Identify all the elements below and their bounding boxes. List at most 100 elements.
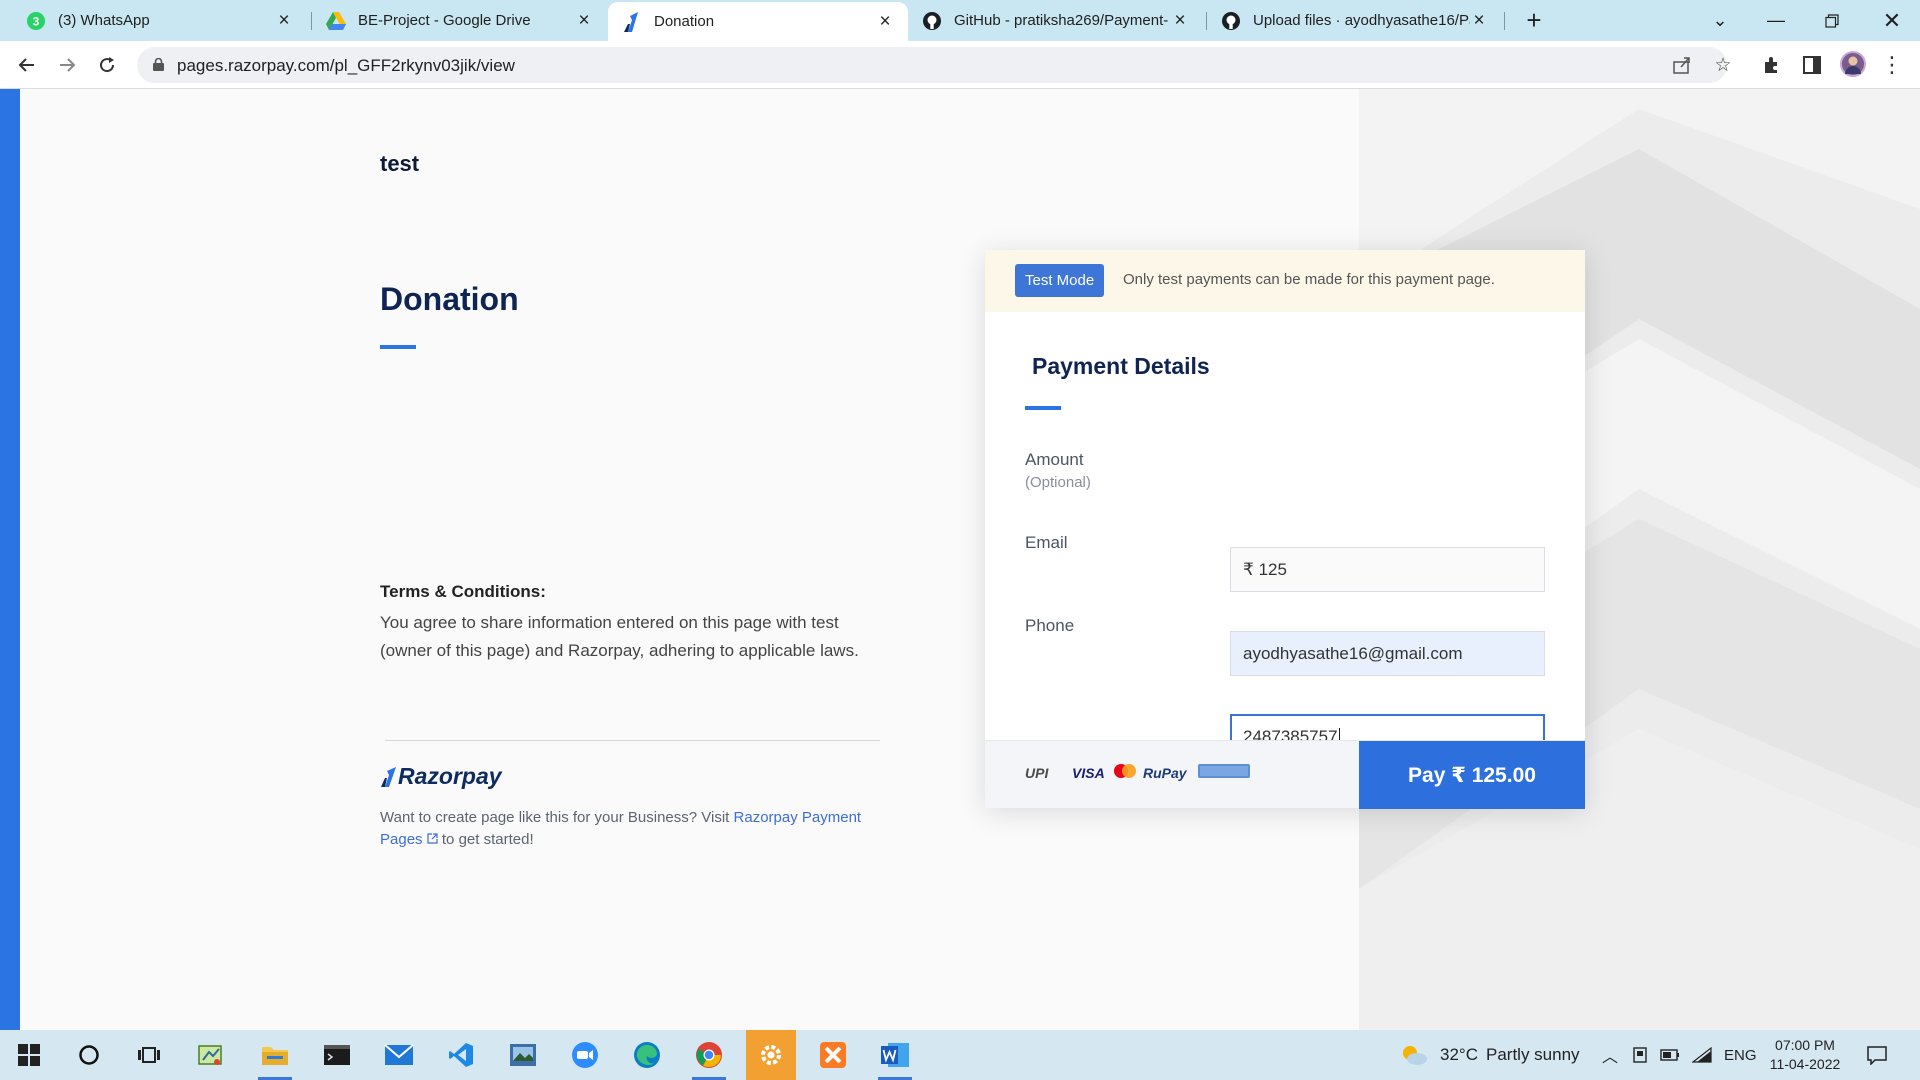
clock[interactable]: 07:00 PM 11-04-2022 [1755, 1036, 1855, 1074]
chrome-icon[interactable] [684, 1030, 734, 1080]
side-panel-icon[interactable] [1800, 53, 1824, 77]
windows-logo-icon [18, 1044, 40, 1066]
tab-donation[interactable]: Donation × [608, 2, 908, 41]
paint-app-icon[interactable] [186, 1030, 236, 1080]
tab-google-drive[interactable]: BE-Project - Google Drive × [312, 0, 607, 41]
language-indicator[interactable]: ENG [1724, 1030, 1757, 1080]
tab-whatsapp[interactable]: 3 (3) WhatsApp × [12, 0, 307, 41]
bookmark-star-icon[interactable]: ☆ [1712, 54, 1734, 76]
restore-button[interactable] [1804, 0, 1860, 41]
rupay-logo: RuPay [1143, 765, 1187, 781]
word-icon[interactable] [870, 1030, 920, 1080]
browser-menu-icon[interactable]: ⋮ [1880, 52, 1904, 77]
divider [385, 740, 880, 741]
close-tab-icon[interactable]: × [575, 10, 593, 32]
close-tab-icon[interactable]: × [1470, 10, 1488, 32]
github-icon [1221, 11, 1241, 31]
address-bar[interactable]: pages.razorpay.com/pl_GFF2rkynv03jik/vie… [137, 47, 1732, 83]
upi-logo: UPI [1025, 765, 1049, 781]
whatsapp-icon: 3 [26, 11, 46, 31]
clock-date: 11-04-2022 [1769, 1056, 1841, 1072]
svg-text:3: 3 [33, 14, 40, 28]
card-title-underline [1025, 406, 1061, 410]
amount-optional-label: (Optional) [1025, 474, 1091, 491]
forward-arrow-icon [60, 58, 76, 72]
clock-time: 07:00 PM [1775, 1037, 1835, 1053]
weather-widget[interactable]: 32°C Partly sunny [1400, 1030, 1580, 1080]
card-title: Payment Details [1032, 353, 1210, 379]
mastercard-icon [1113, 763, 1137, 782]
zoom-icon[interactable] [560, 1030, 610, 1080]
razorpay-logo-text: Razorpay [398, 763, 502, 789]
reload-icon [100, 57, 115, 73]
url-text: pages.razorpay.com/pl_GFF2rkynv03jik/vie… [177, 56, 515, 75]
browser-toolbar: pages.razorpay.com/pl_GFF2rkynv03jik/vie… [0, 41, 1920, 89]
amount-label: Amount [1025, 450, 1084, 469]
accent-stripe [0, 89, 20, 1030]
test-mode-text: Only test payments can be made for this … [1123, 271, 1495, 288]
tab-title: BE-Project - Google Drive [358, 12, 531, 29]
new-tab-button[interactable]: + [1520, 5, 1548, 35]
email-label: Email [1025, 533, 1068, 552]
back-button[interactable] [12, 50, 42, 80]
notifications-icon[interactable] [1866, 1030, 1888, 1080]
profile-avatar[interactable] [1840, 51, 1866, 77]
edge-icon[interactable] [622, 1030, 672, 1080]
lock-icon [153, 58, 164, 71]
close-window-button[interactable]: ✕ [1864, 0, 1920, 41]
xampp-icon[interactable] [808, 1030, 858, 1080]
tab-github-upload[interactable]: Upload files · ayodhyasathe16/Pa × [1207, 0, 1502, 41]
tab-github-payment[interactable]: GitHub - pratiksha269/Payment- × [908, 0, 1203, 41]
browser-tab-strip: 3 (3) WhatsApp × BE-Project - Google Dri… [0, 0, 1920, 41]
battery-icon[interactable] [1660, 1030, 1680, 1080]
start-button[interactable] [4, 1030, 54, 1080]
razorpay-icon [381, 766, 396, 787]
visa-logo: VISA [1072, 765, 1105, 781]
minimize-button[interactable]: — [1748, 0, 1804, 41]
payment-details-card: Test Mode Only test payments can be made… [985, 250, 1585, 809]
windows-taskbar: 32°C Partly sunny ︿ ENG 07:00 PM 11-04-2… [0, 1030, 1920, 1080]
promo-text: Want to create page like this for your B… [380, 809, 862, 848]
file-explorer-icon[interactable] [250, 1030, 300, 1080]
tab-title: Donation [654, 13, 715, 30]
forward-button[interactable] [52, 50, 82, 80]
razorpay-payment-page: test Donation Terms & Conditions: You ag… [0, 89, 1920, 1030]
card-footer: UPI VISA RuPay Pay ₹ 125.00 [985, 740, 1585, 809]
meet-now-icon[interactable] [1632, 1030, 1648, 1080]
back-arrow-icon [18, 58, 34, 72]
amount-input[interactable]: ₹ 125 [1230, 547, 1545, 592]
terminal-icon[interactable] [312, 1030, 362, 1080]
close-tab-icon[interactable]: × [876, 11, 894, 33]
tab-search-icon[interactable]: ⌄ [1692, 0, 1748, 41]
title-underline [380, 345, 416, 349]
wifi-icon[interactable] [1692, 1030, 1712, 1080]
razorpay-icon [622, 11, 642, 32]
terms-heading: Terms & Conditions: [380, 582, 546, 601]
terms-text: You agree to share information entered o… [380, 613, 859, 660]
merchant-name: test [380, 151, 420, 176]
reload-button[interactable] [92, 50, 122, 80]
tab-title: GitHub - pratiksha269/Payment- [954, 12, 1169, 29]
show-hidden-icons-icon[interactable]: ︿ [1602, 1030, 1618, 1080]
weather-text: Partly sunny [1485, 1045, 1580, 1064]
weather-temp: 32°C [1440, 1045, 1478, 1064]
github-icon [922, 11, 942, 31]
task-view-icon[interactable] [124, 1030, 174, 1080]
photos-app-icon[interactable] [498, 1030, 548, 1080]
search-icon[interactable] [64, 1030, 114, 1080]
close-tab-icon[interactable]: × [1171, 10, 1189, 32]
partly-sunny-icon [1403, 1046, 1427, 1065]
extensions-icon[interactable] [1760, 53, 1784, 77]
email-value: ayodhyasathe16@gmail.com [1243, 644, 1463, 663]
external-link-icon [427, 833, 438, 844]
settings-gear-icon[interactable] [746, 1030, 796, 1080]
close-tab-icon[interactable]: × [275, 10, 293, 32]
email-input[interactable]: ayodhyasathe16@gmail.com [1230, 631, 1545, 676]
google-drive-icon [326, 11, 346, 31]
mail-icon[interactable] [374, 1030, 424, 1080]
page-title: Donation [380, 281, 519, 317]
phone-label: Phone [1025, 616, 1075, 635]
pay-button[interactable]: Pay ₹ 125.00 [1359, 741, 1585, 809]
share-icon[interactable] [1671, 54, 1693, 76]
vscode-icon[interactable] [436, 1030, 486, 1080]
